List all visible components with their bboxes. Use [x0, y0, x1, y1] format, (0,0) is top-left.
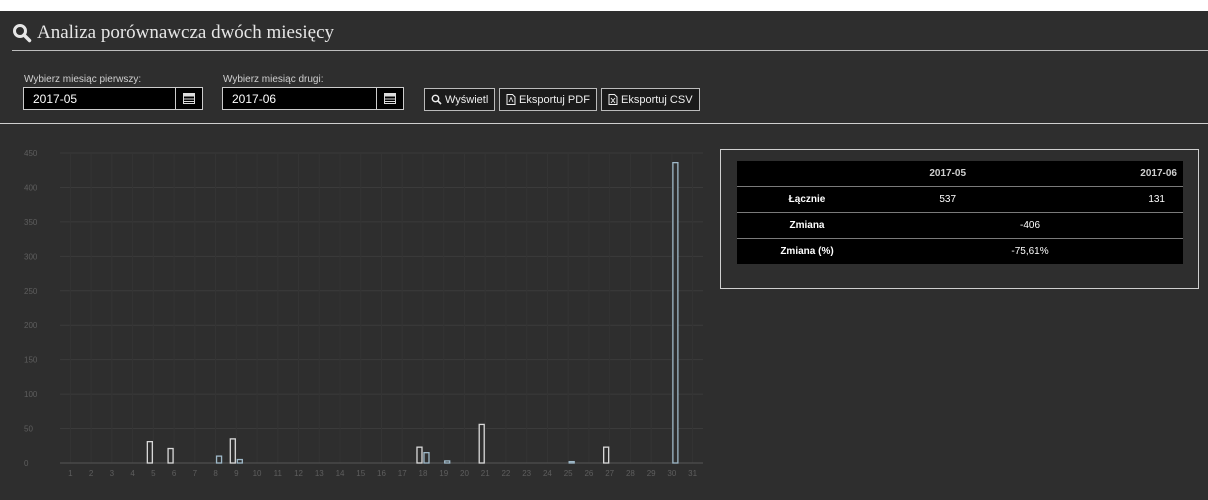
x-tick-label: 20	[460, 469, 469, 478]
bar-series2	[236, 458, 243, 464]
show-button-label: Wyświetl	[445, 93, 489, 106]
y-tick-label: 0	[24, 459, 29, 468]
y-tick-label: 50	[24, 425, 33, 434]
bar-series2	[215, 455, 223, 464]
summary-row-change: Zmiana -406	[737, 212, 1183, 239]
bar-series1	[416, 446, 423, 464]
bar-series2	[672, 161, 679, 464]
header-divider	[12, 50, 1208, 51]
x-tick-label: 17	[398, 469, 407, 478]
y-tick-label: 200	[24, 321, 38, 330]
export-csv-label: Eksportuj CSV	[621, 93, 693, 106]
x-tick-label: 4	[130, 469, 135, 478]
y-tick-label: 350	[24, 218, 38, 227]
y-tick-label: 250	[24, 287, 38, 296]
bar-series2	[444, 460, 451, 464]
y-tick-label: 100	[24, 390, 38, 399]
page-title: Analiza porównawcza dwóch miesięcy	[37, 22, 335, 43]
y-tick-label: 300	[24, 252, 38, 261]
summary-row-change-pct: Zmiana (%) -75,61%	[737, 239, 1183, 265]
x-tick-label: 7	[193, 469, 198, 478]
x-tick-label: 6	[172, 469, 177, 478]
export-pdf-label: Eksportuj PDF	[519, 93, 590, 106]
x-tick-label: 27	[605, 469, 614, 478]
first-month-input[interactable]: 2017-05	[23, 87, 203, 110]
first-month-value[interactable]: 2017-05	[24, 92, 175, 106]
summary-header-col1: 2017-05	[877, 161, 1019, 187]
x-tick-label: 30	[667, 469, 676, 478]
pdf-file-icon	[506, 94, 516, 105]
summary-header-empty	[737, 161, 877, 187]
calendar-icon[interactable]	[376, 88, 403, 109]
bar-series1	[146, 440, 153, 464]
x-tick-label: 14	[336, 469, 345, 478]
summary-panel: 2017-05 2017-06 Łącznie 537 131 Zmiana -…	[720, 149, 1199, 289]
x-tick-label: 5	[151, 469, 156, 478]
summary-row-label: Zmiana	[737, 212, 877, 239]
second-month-input[interactable]: 2017-06	[222, 87, 404, 110]
calendar-icon[interactable]	[175, 88, 202, 109]
bar-series1	[603, 446, 610, 464]
second-month-label: Wybierz miesiąc drugi:	[223, 74, 324, 85]
y-tick-label: 400	[24, 183, 38, 192]
x-tick-label: 8	[213, 469, 218, 478]
summary-total-b: 131	[1018, 186, 1183, 213]
x-tick-label: 26	[584, 469, 593, 478]
export-csv-button[interactable]: Eksportuj CSV	[601, 88, 700, 111]
x-tick-label: 2	[89, 469, 94, 478]
x-tick-label: 23	[522, 469, 531, 478]
bar-series1	[478, 423, 485, 464]
x-tick-label: 18	[419, 469, 428, 478]
show-button[interactable]: Wyświetl	[424, 88, 496, 111]
y-tick-label: 150	[24, 356, 38, 365]
summary-row-label: Zmiana (%)	[780, 246, 834, 257]
summary-change-value: -406	[877, 212, 1183, 239]
x-tick-label: 24	[543, 469, 552, 478]
x-tick-label: 12	[294, 469, 303, 478]
summary-header-col2: 2017-06	[1018, 161, 1183, 187]
summary-row-total: Łącznie 537 131	[737, 186, 1183, 213]
x-tick-label: 11	[274, 469, 283, 478]
bar-series2	[423, 452, 430, 464]
x-tick-label: 15	[356, 469, 365, 478]
x-tick-label: 3	[110, 469, 115, 478]
spreadsheet-file-icon	[608, 94, 618, 105]
top-strip	[0, 0, 1208, 11]
y-tick-label: 450	[24, 149, 38, 158]
summary-row-label: Łącznie	[737, 186, 877, 213]
x-tick-label: 22	[501, 469, 510, 478]
x-tick-label: 19	[439, 469, 448, 478]
summary-change-pct-value: -75,61%	[1011, 246, 1049, 257]
second-month-value[interactable]: 2017-06	[223, 92, 376, 106]
x-tick-label: 16	[377, 469, 386, 478]
x-tick-label: 29	[647, 469, 656, 478]
x-tick-label: 28	[626, 469, 635, 478]
x-tick-label: 10	[253, 469, 262, 478]
bar-series1	[229, 438, 236, 464]
summary-total-a: 537	[877, 186, 1019, 213]
first-month-label: Wybierz miesiąc pierwszy:	[24, 74, 142, 85]
bar-series2	[568, 460, 575, 464]
page-header: Analiza porównawcza dwóch miesięcy	[12, 18, 334, 48]
x-tick-label: 31	[688, 469, 697, 478]
x-tick-label: 9	[234, 469, 239, 478]
x-tick-label: 25	[564, 469, 573, 478]
x-tick-label: 13	[315, 469, 324, 478]
export-pdf-button[interactable]: Eksportuj PDF	[499, 88, 597, 111]
bar-series1	[167, 447, 174, 464]
toolbar-divider	[0, 123, 1208, 124]
summary-table: 2017-05 2017-06 Łącznie 537 131 Zmiana -…	[737, 161, 1183, 264]
x-tick-label: 1	[68, 469, 73, 478]
search-icon	[431, 94, 442, 105]
search-icon	[13, 24, 32, 43]
daily-comparison-chart: 0501001502002503003504004501 2 3 4 5 6 7 8 9 10 11…	[24, 149, 703, 478]
summary-header-row: 2017-05 2017-06	[737, 161, 1183, 187]
x-tick-label: 21	[481, 469, 490, 478]
